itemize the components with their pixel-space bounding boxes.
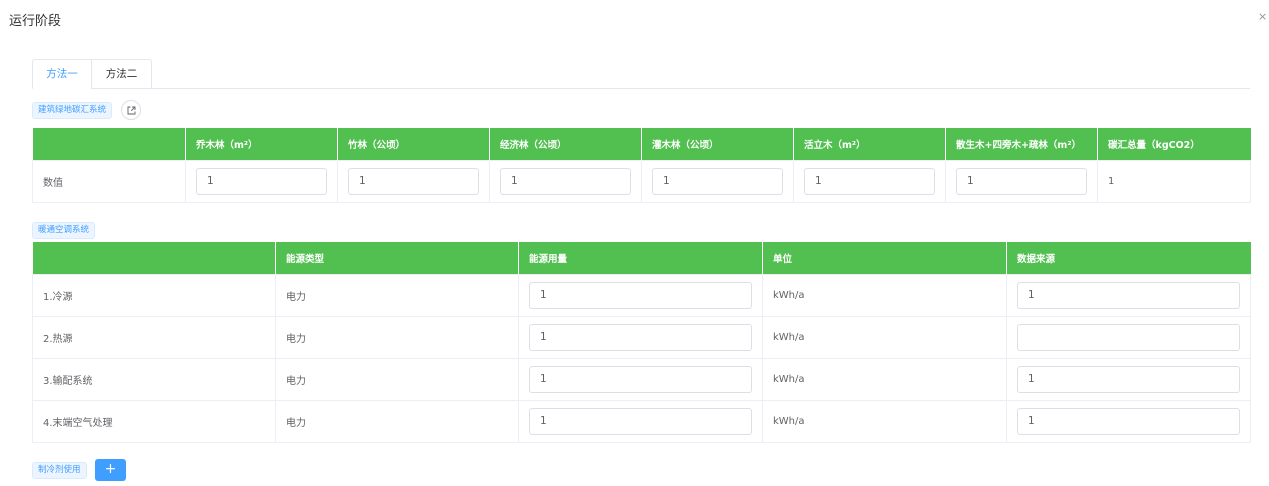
add-refrigerant-button[interactable]: + (95, 459, 126, 481)
column-header: 灌木林（公顷） (641, 128, 794, 160)
energy-type: 电力 (275, 357, 519, 401)
bamboo-forest-input[interactable] (348, 167, 479, 195)
row-name: 3.输配系统 (32, 357, 276, 401)
table-row: 2.热源 电力 kWh/a (32, 315, 1251, 359)
refrigerant-use-tag[interactable]: 制冷剂使用 (32, 462, 87, 479)
standing-tree-input[interactable] (804, 167, 935, 195)
carbon-sink-total: 1 (1097, 159, 1251, 203)
unit: kWh/a (762, 315, 1007, 359)
column-header: 经济林（公顷） (489, 128, 642, 160)
table-row: 4.末端空气处理 电力 kWh/a (32, 399, 1251, 443)
table-row: 3.输配系统 电力 kWh/a (32, 357, 1251, 401)
energy-usage-input[interactable] (529, 407, 752, 435)
method-tabs: 方法一 方法二 (32, 59, 1250, 89)
column-header: 能源类型 (275, 242, 519, 274)
column-header: 单位 (762, 242, 1007, 274)
data-source-input[interactable] (1017, 407, 1240, 435)
shrub-forest-input[interactable] (652, 167, 783, 195)
external-link-icon (127, 106, 136, 115)
economic-forest-input[interactable] (500, 167, 631, 195)
column-header: 散生木+四旁木+疏林（m²） (945, 128, 1098, 160)
energy-usage-input[interactable] (529, 281, 752, 309)
unit: kWh/a (762, 273, 1007, 317)
column-header (32, 242, 276, 274)
table-row: 数值 1 (32, 159, 1251, 203)
energy-type: 电力 (275, 315, 519, 359)
export-button[interactable] (121, 100, 141, 120)
energy-type: 电力 (275, 273, 519, 317)
energy-usage-input[interactable] (529, 365, 752, 393)
column-header: 数据来源 (1006, 242, 1251, 274)
energy-usage-input[interactable] (529, 323, 752, 351)
data-source-input[interactable] (1017, 323, 1240, 351)
column-header: 乔木林（m²） (185, 128, 338, 160)
data-source-input[interactable] (1017, 281, 1240, 309)
green-carbon-sink-tag[interactable]: 建筑绿地碳汇系统 (32, 102, 113, 119)
row-name: 2.热源 (32, 315, 276, 359)
scattered-tree-input[interactable] (956, 167, 1087, 195)
arbor-forest-input[interactable] (196, 167, 327, 195)
dialog-title: 运行阶段 (9, 14, 62, 29)
row-name: 4.末端空气处理 (32, 399, 276, 443)
row-name: 1.冷源 (32, 273, 276, 317)
column-header: 活立木（m²） (793, 128, 946, 160)
green-carbon-sink-table: 乔木林（m²） 竹林（公顷） 经济林（公顷） 灌木林（公顷） 活立木（m²） 散… (32, 128, 1251, 203)
column-header: 竹林（公顷） (337, 128, 490, 160)
unit: kWh/a (762, 357, 1007, 401)
unit: kWh/a (762, 399, 1007, 443)
tab-method-1[interactable]: 方法一 (32, 59, 92, 89)
column-header: 能源用量 (518, 242, 763, 274)
column-header (32, 128, 186, 160)
table-header-row: 乔木林（m²） 竹林（公顷） 经济林（公顷） 灌木林（公顷） 活立木（m²） 散… (32, 128, 1251, 160)
energy-type: 电力 (275, 399, 519, 443)
hvac-table: 能源类型 能源用量 单位 数据来源 1.冷源 电力 kWh/a 2.热源 电力 … (32, 242, 1251, 443)
hvac-system-tag[interactable]: 暖通空调系统 (32, 222, 96, 239)
column-header: 碳汇总量（kgCO2） (1097, 128, 1251, 160)
table-header-row: 能源类型 能源用量 单位 数据来源 (32, 242, 1251, 274)
table-row: 1.冷源 电力 kWh/a (32, 273, 1251, 317)
row-label: 数值 (32, 159, 186, 203)
close-icon[interactable]: × (1258, 11, 1267, 23)
data-source-input[interactable] (1017, 365, 1240, 393)
tab-method-2[interactable]: 方法二 (91, 59, 152, 89)
